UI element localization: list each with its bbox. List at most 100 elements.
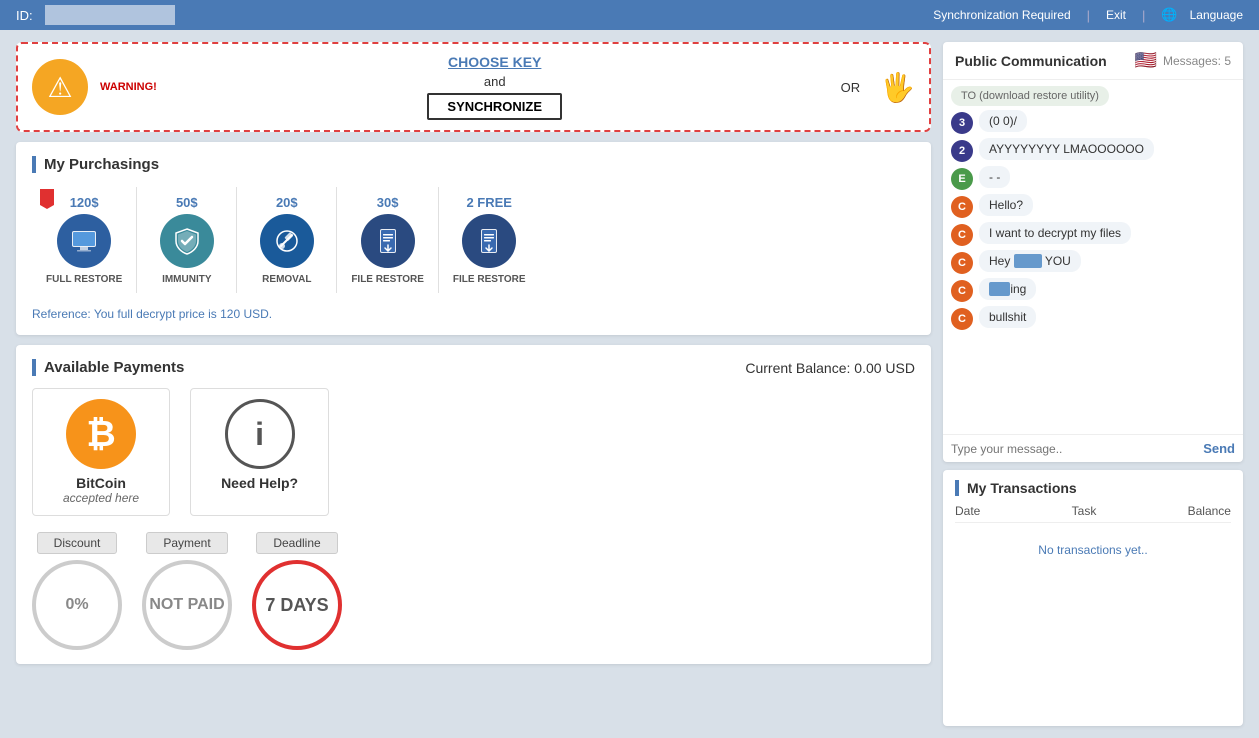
chat-message-7: C bullshit [951,306,1235,330]
msg-bubble-7: bullshit [979,306,1036,328]
deadline-label: Deadline [256,532,337,554]
redacted-span-5 [1014,254,1042,268]
product-price-3: 30$ [377,195,399,210]
chat-input[interactable] [951,442,1197,456]
reference-text: Reference: You full decrypt price is 120… [32,307,915,321]
col-task: Task [1072,504,1097,518]
bitcoin-name: BitCoin [76,475,126,491]
msg-bubble-0: (0 0)/ [979,110,1027,132]
help-option[interactable]: i Need Help? [190,388,329,516]
msg-avatar-7: C [951,308,973,330]
chat-message-4: C I want to decrypt my files [951,222,1235,246]
msg-bubble-2: - - [979,166,1010,188]
product-label-4: FILE RESTORE [453,274,526,285]
msg-avatar-3: C [951,196,973,218]
msg-avatar-4: C [951,224,973,246]
right-panel: Public Communication 🇺🇸 Messages: 5 TO (… [943,42,1243,726]
exit-link[interactable]: Exit [1106,8,1126,22]
chat-message-5: C Hey YOU [951,250,1235,274]
msg-avatar-6: C [951,280,973,302]
chat-messages: TO (download restore utility) 3 (0 0)/ 2… [943,80,1243,434]
transactions-title: My Transactions [955,480,1231,496]
product-removal[interactable]: 20$ REMOVAL [237,187,337,293]
payment-label: Payment [146,532,227,554]
product-icon-2 [260,214,314,268]
product-price-4: 2 FREE [466,195,512,210]
transactions-cols: Date Task Balance [955,504,1231,523]
messages-count: Messages: 5 [1163,54,1231,68]
help-name: Need Help? [221,475,298,491]
redacted-span-6 [989,282,1010,296]
product-icon-0 [57,214,111,268]
warning-icon: ⚠ [32,59,88,115]
warning-label: WARNING! [100,81,157,93]
product-price-2: 20$ [276,195,298,210]
discount-label: Discount [37,532,118,554]
product-file-restore-free[interactable]: 2 FREE FILE RESTORE [439,187,540,293]
product-icon-3 [361,214,415,268]
transactions-empty: No transactions yet.. [955,531,1231,569]
product-label-0: FULL RESTORE [46,274,122,285]
products-row: 120$ FULL RESTORE 50$ [32,187,915,293]
id-label: ID: [16,8,33,23]
deadline-col: Deadline 7 DAYS [252,532,342,650]
chat-message-3: C Hello? [951,194,1235,218]
balance-text: Current Balance: 0.00 USD [745,360,915,376]
msg-avatar-5: C [951,252,973,274]
msg-bubble-system: TO (download restore utility) [951,86,1109,106]
product-price-1: 50$ [176,195,198,210]
sync-required-link[interactable]: Synchronization Required [933,8,1070,22]
msg-bubble-3: Hello? [979,194,1033,216]
warning-box: ⚠ WARNING! CHOOSE KEY and SYNCHRONIZE OR… [16,42,931,132]
chat-input-row: Send [943,434,1243,462]
product-label-2: REMOVAL [262,274,311,285]
chat-card: Public Communication 🇺🇸 Messages: 5 TO (… [943,42,1243,462]
product-label-1: IMMUNITY [162,274,211,285]
product-label-3: FILE RESTORE [351,274,424,285]
product-file-restore-paid[interactable]: 30$ FILE RESTORE [337,187,439,293]
payments-header: Available Payments Current Balance: 0.00… [32,359,915,376]
chat-title: Public Communication [955,53,1107,69]
id-input[interactable] [45,5,175,25]
msg-bubble-4: I want to decrypt my files [979,222,1131,244]
payments-title: Available Payments [32,359,184,376]
purchasings-card: My Purchasings 120$ FULL RESTORE [16,142,931,335]
msg-avatar-1: 2 [951,140,973,162]
payment-options: ₿ BitCoin accepted here i Need Help? [32,388,915,516]
product-icon-1 [160,214,214,268]
left-panel: ⚠ WARNING! CHOOSE KEY and SYNCHRONIZE OR… [16,42,931,726]
and-text: and [484,74,506,89]
main: ⚠ WARNING! CHOOSE KEY and SYNCHRONIZE OR… [0,30,1259,738]
discount-col: Discount 0% [32,532,122,650]
status-row: Discount 0% Payment NOT PAID Deadline 7 … [32,532,915,650]
bitcoin-sub: accepted here [63,491,139,505]
chat-message-0: 3 (0 0)/ [951,110,1235,134]
chat-message-1: 2 AYYYYYYYY LMAOOOOOO [951,138,1235,162]
choose-key-link[interactable]: CHOOSE KEY [448,54,541,70]
language-link[interactable]: Language [1190,8,1243,22]
product-immunity[interactable]: 50$ IMMUNITY [137,187,237,293]
product-icon-4 [462,214,516,268]
product-full-restore[interactable]: 120$ FULL RESTORE [32,187,137,293]
payment-circle: NOT PAID [142,560,232,650]
send-button[interactable]: Send [1203,441,1235,456]
product-price-0: 120$ [70,195,99,210]
chat-message-6: C ing [951,278,1235,302]
msg-avatar-0: 3 [951,112,973,134]
topbar: ID: Synchronization Required | Exit | 🌐 … [0,0,1259,30]
chat-header: Public Communication 🇺🇸 Messages: 5 [943,42,1243,80]
col-balance: Balance [1188,504,1231,518]
discount-circle: 0% [32,560,122,650]
msg-bubble-1: AYYYYYYYY LMAOOOOOO [979,138,1154,160]
synchronize-button[interactable]: SYNCHRONIZE [427,93,562,120]
col-date: Date [955,504,980,518]
warning-center: CHOOSE KEY and SYNCHRONIZE [169,54,821,120]
msg-bubble-5: Hey YOU [979,250,1081,272]
payment-col: Payment NOT PAID [142,532,232,650]
payments-card: Available Payments Current Balance: 0.00… [16,345,931,664]
globe-icon: 🌐 [1161,7,1177,23]
hand-icon: 🖐 [880,71,915,104]
chat-message-system: TO (download restore utility) [951,86,1235,106]
flag-icon: 🇺🇸 [1135,50,1157,71]
bitcoin-option[interactable]: ₿ BitCoin accepted here [32,388,170,516]
